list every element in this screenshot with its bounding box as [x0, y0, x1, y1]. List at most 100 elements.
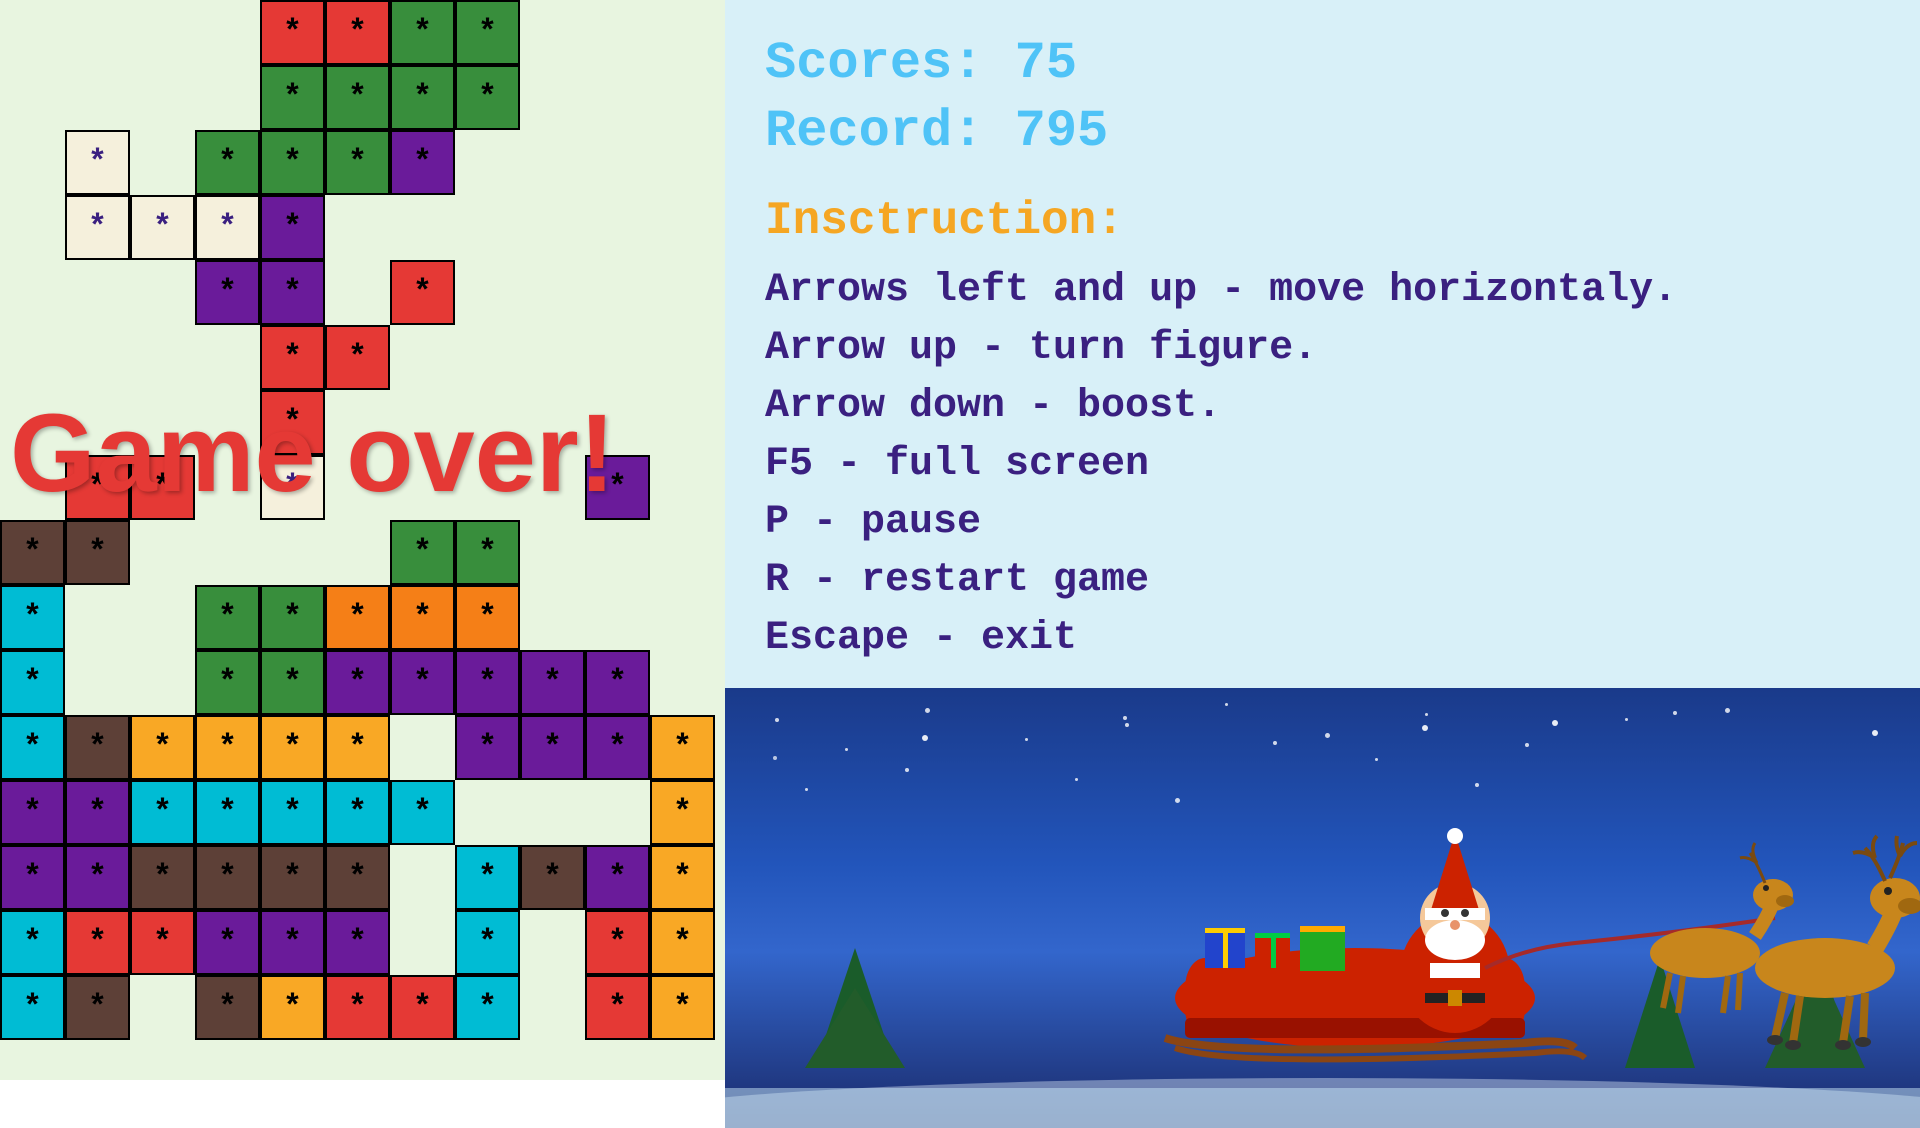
- instruction-line-4: F5 - full screen: [765, 436, 1880, 494]
- instruction-line-2: Arrow up - turn figure.: [765, 320, 1880, 378]
- cell: *: [390, 0, 455, 65]
- instruction-line-3: Arrow down - boost.: [765, 378, 1880, 436]
- cell: *: [325, 780, 390, 845]
- cell: *: [650, 845, 715, 910]
- instruction-line-7: Escape - exit: [765, 610, 1880, 668]
- cell: *: [325, 130, 390, 195]
- cell: *: [195, 910, 260, 975]
- cell: *: [260, 845, 325, 910]
- cell: *: [390, 65, 455, 130]
- cell: *: [325, 0, 390, 65]
- score-section: Scores: 75 Record: 795: [725, 0, 1920, 185]
- cell: *: [455, 0, 520, 65]
- cell: *: [195, 195, 260, 260]
- cell: *: [195, 715, 260, 780]
- cell: *: [260, 0, 325, 65]
- cell: *: [130, 715, 195, 780]
- cell: *: [260, 130, 325, 195]
- cell: *: [130, 195, 195, 260]
- cell: *: [130, 780, 195, 845]
- cell: *: [455, 650, 520, 715]
- cell: *: [585, 650, 650, 715]
- cell: *: [325, 845, 390, 910]
- cell: *: [195, 975, 260, 1040]
- cell: *: [0, 650, 65, 715]
- cell: *: [390, 975, 455, 1040]
- cell: *: [520, 650, 585, 715]
- cell: *: [0, 845, 65, 910]
- cell: *: [260, 195, 325, 260]
- cell: *: [585, 845, 650, 910]
- cell: *: [195, 585, 260, 650]
- cell: *: [65, 910, 130, 975]
- cell: *: [325, 650, 390, 715]
- cell: *: [390, 780, 455, 845]
- cell: *: [195, 845, 260, 910]
- cell: *: [455, 975, 520, 1040]
- cell: *: [0, 585, 65, 650]
- cell: *: [260, 715, 325, 780]
- instruction-line-5: P - pause: [765, 494, 1880, 552]
- cell: *: [130, 910, 195, 975]
- cell: *: [455, 715, 520, 780]
- cell: *: [260, 975, 325, 1040]
- christmas-scene: [725, 688, 1920, 1128]
- cell: *: [65, 130, 130, 195]
- instruction-line-1: Arrows left and up - move horizontaly.: [765, 262, 1880, 320]
- cell: *: [0, 715, 65, 780]
- cell: *: [390, 585, 455, 650]
- cell: *: [0, 975, 65, 1040]
- cell: *: [65, 715, 130, 780]
- cell: *: [455, 65, 520, 130]
- cell: *: [65, 195, 130, 260]
- cell: *: [195, 650, 260, 715]
- info-panel: Scores: 75 Record: 795 Insctruction: Arr…: [725, 0, 1920, 1080]
- cell: *: [650, 780, 715, 845]
- game-over-text: Game over!: [10, 390, 615, 517]
- cell: *: [455, 910, 520, 975]
- cell: *: [65, 520, 130, 585]
- cell: *: [260, 585, 325, 650]
- cell: *: [585, 975, 650, 1040]
- cell: *: [0, 910, 65, 975]
- cell: *: [650, 910, 715, 975]
- cell: *: [65, 845, 130, 910]
- cell: *: [325, 585, 390, 650]
- instruction-section: Insctruction: Arrows left and up - move …: [725, 185, 1920, 688]
- cell: *: [65, 975, 130, 1040]
- cell: *: [390, 130, 455, 195]
- record-display: Record: 795: [765, 98, 1880, 166]
- cell: *: [585, 715, 650, 780]
- instruction-title: Insctruction:: [765, 195, 1880, 247]
- cell: *: [325, 910, 390, 975]
- cell: *: [455, 520, 520, 585]
- cell: *: [455, 845, 520, 910]
- cell: *: [650, 715, 715, 780]
- game-panel: * * * * * * * * * * * * * * * * * * * * …: [0, 0, 725, 1080]
- cell: *: [260, 260, 325, 325]
- cell: *: [195, 260, 260, 325]
- cell: *: [390, 520, 455, 585]
- cell: *: [260, 325, 325, 390]
- cell: *: [0, 780, 65, 845]
- cell: *: [0, 520, 65, 585]
- cell: *: [195, 780, 260, 845]
- cell: *: [520, 715, 585, 780]
- cell: *: [455, 585, 520, 650]
- game-board: * * * * * * * * * * * * * * * * * * * * …: [0, 0, 725, 1080]
- cell: *: [130, 845, 195, 910]
- cell: *: [390, 260, 455, 325]
- cell: *: [260, 650, 325, 715]
- cell: *: [325, 325, 390, 390]
- cell: *: [260, 65, 325, 130]
- cell: *: [650, 975, 715, 1040]
- score-display: Scores: 75: [765, 30, 1880, 98]
- cell: *: [65, 780, 130, 845]
- cell: *: [585, 910, 650, 975]
- cell: *: [520, 845, 585, 910]
- cell: *: [260, 910, 325, 975]
- instruction-line-6: R - restart game: [765, 552, 1880, 610]
- cell: *: [390, 650, 455, 715]
- cell: *: [195, 130, 260, 195]
- cell: *: [325, 975, 390, 1040]
